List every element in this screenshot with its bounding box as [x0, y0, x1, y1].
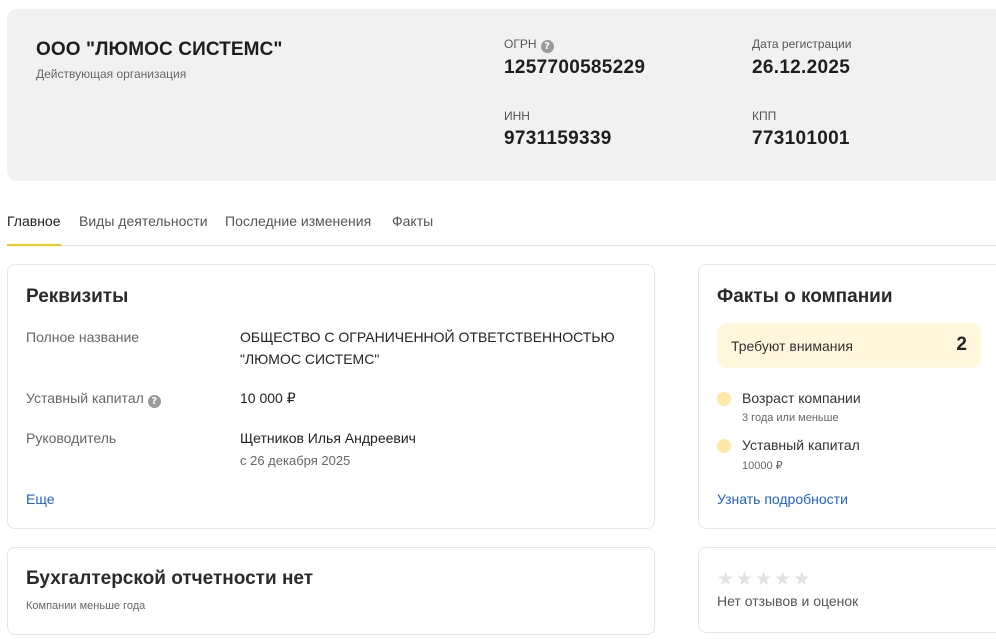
help-icon[interactable]: ?: [147, 395, 161, 408]
capital-label: Уставный капитал: [26, 390, 144, 406]
tab-bar: Главное Виды деятельности Последние изме…: [7, 200, 996, 246]
tab-main[interactable]: Главное: [7, 213, 61, 246]
ogrn-value: 1257700585229: [504, 57, 646, 78]
reg-date-value: 26.12.2025: [752, 57, 851, 78]
details-link[interactable]: Узнать подробности: [717, 491, 848, 507]
more-link[interactable]: Еще: [26, 491, 55, 507]
star-icon[interactable]: ★: [793, 568, 812, 590]
star-icon[interactable]: ★: [755, 568, 774, 590]
ogrn-label: ОГРН: [504, 37, 537, 51]
requisites-card: Реквизиты Полное название ОБЩЕСТВО С ОГР…: [7, 264, 655, 529]
capital-label-wrap: Уставный капитал?: [26, 390, 161, 408]
fact-dot-icon: [717, 439, 731, 453]
director-name[interactable]: Щетников Илья Андреевич: [240, 427, 416, 449]
inn-label: ИНН: [504, 109, 530, 123]
full-name-line2: "ЛЮМОС СИСТЕМС": [240, 351, 380, 367]
tab-facts[interactable]: Факты: [392, 213, 433, 246]
accounting-card: Бухгалтерской отчетности нет Компании ме…: [7, 547, 655, 635]
capital-value: 10 000 ₽: [240, 390, 296, 406]
reg-date-label: Дата регистрации: [752, 37, 852, 51]
accounting-title: Бухгалтерской отчетности нет: [26, 568, 314, 589]
ogrn-label-wrap: ОГРН?: [504, 37, 554, 53]
help-icon[interactable]: ?: [540, 40, 554, 53]
full-name-label: Полное название: [26, 329, 140, 345]
reviews-text: Нет отзывов и оценок: [717, 593, 859, 609]
accounting-sub: Компании меньше года: [26, 600, 146, 612]
fact-capital-title: Уставный капитал: [742, 437, 860, 453]
star-icon[interactable]: ★: [736, 568, 755, 590]
fact-age-title: Возраст компании: [742, 390, 861, 406]
company-name: ООО "ЛЮМОС СИСТЕМС": [36, 39, 283, 60]
fact-dot-icon: [717, 392, 731, 406]
kpp-label: КПП: [752, 109, 777, 123]
requisites-title: Реквизиты: [26, 286, 129, 307]
full-name-value: ОБЩЕСТВО С ОГРАНИЧЕННОЙ ОТВЕТСТВЕННОСТЬЮ…: [240, 326, 615, 370]
director-label: Руководитель: [26, 430, 117, 446]
star-icon[interactable]: ★: [774, 568, 793, 590]
star-icon[interactable]: ★: [717, 568, 736, 590]
inn-value: 9731159339: [504, 128, 612, 149]
rating-stars[interactable]: ★★★★★: [717, 568, 812, 590]
reviews-card: ★★★★★ Нет отзывов и оценок: [698, 547, 996, 633]
fact-age-sub: 3 года или меньше: [742, 412, 839, 424]
attention-count: 2: [956, 334, 967, 355]
attention-label: Требуют внимания: [731, 338, 853, 354]
facts-title: Факты о компании: [717, 286, 893, 307]
tab-changes[interactable]: Последние изменения: [225, 213, 371, 246]
kpp-value: 773101001: [752, 128, 850, 149]
company-header: [7, 9, 996, 181]
attention-box[interactable]: Требуют внимания 2: [717, 323, 981, 368]
tab-activities[interactable]: Виды деятельности: [79, 213, 208, 246]
fact-capital-sub: 10000 ₽: [742, 460, 783, 472]
company-status: Действующая организация: [36, 67, 187, 81]
full-name-line1: ОБЩЕСТВО С ОГРАНИЧЕННОЙ ОТВЕТСТВЕННОСТЬЮ: [240, 329, 615, 345]
director-since: с 26 декабря 2025: [240, 453, 351, 468]
facts-card: Факты о компании Требуют внимания 2 Возр…: [698, 264, 996, 529]
